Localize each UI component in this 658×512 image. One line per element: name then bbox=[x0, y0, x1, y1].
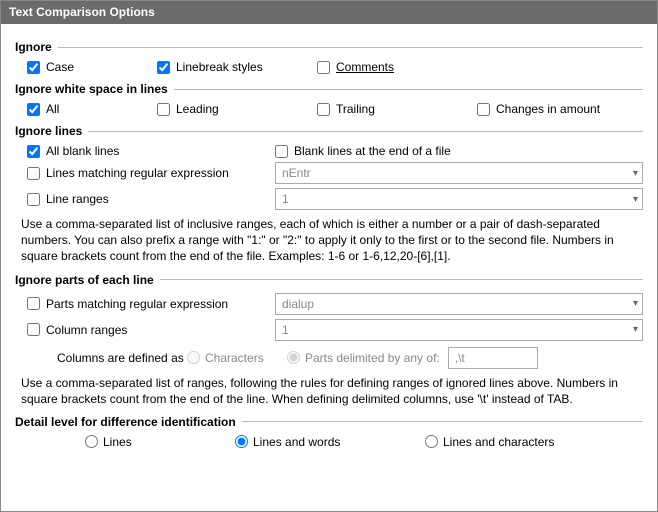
line-ranges-value: 1 bbox=[282, 192, 289, 206]
comments-label: Comments bbox=[336, 60, 394, 74]
linebreak-checkbox[interactable]: Linebreak styles bbox=[157, 60, 317, 74]
case-label: Case bbox=[46, 60, 74, 74]
parts-delim-label: Parts delimited by any of: bbox=[305, 351, 440, 365]
ws-trailing-checkbox[interactable]: Trailing bbox=[317, 102, 477, 116]
line-ranges-checkbox[interactable]: Line ranges bbox=[27, 192, 275, 206]
ignorelines-help: Use a comma-separated list of inclusive … bbox=[21, 216, 637, 265]
section-detail-header: Detail level for difference identificati… bbox=[15, 415, 643, 429]
detail-row: Lines Lines and words Lines and characte… bbox=[85, 435, 643, 449]
ws-leading-box[interactable] bbox=[157, 103, 170, 116]
section-ignorelines-label: Ignore lines bbox=[15, 124, 82, 138]
detail-lines-label: Lines bbox=[103, 435, 132, 449]
columns-defined-row: Columns are defined as Characters Parts … bbox=[27, 347, 643, 369]
case-checkbox[interactable]: Case bbox=[27, 60, 157, 74]
section-ignorelines-header: Ignore lines bbox=[15, 124, 643, 138]
allblank-box[interactable] bbox=[27, 145, 40, 158]
line-ranges-box[interactable] bbox=[27, 193, 40, 206]
column-ranges-combo[interactable]: 1 ▾ bbox=[275, 319, 643, 341]
ws-all-box[interactable] bbox=[27, 103, 40, 116]
linebreak-checkbox-box[interactable] bbox=[157, 61, 170, 74]
characters-radio[interactable]: Characters bbox=[187, 351, 287, 365]
divider bbox=[58, 47, 643, 48]
ws-all-label: All bbox=[46, 102, 59, 116]
blankend-checkbox[interactable]: Blank lines at the end of a file bbox=[275, 144, 451, 158]
window-titlebar: Text Comparison Options bbox=[1, 1, 657, 24]
ws-leading-checkbox[interactable]: Leading bbox=[157, 102, 317, 116]
lines-regex-label: Lines matching regular expression bbox=[46, 166, 229, 180]
characters-label: Characters bbox=[205, 351, 264, 365]
detail-lines-radio[interactable]: Lines bbox=[85, 435, 235, 449]
section-detail-label: Detail level for difference identificati… bbox=[15, 415, 236, 429]
ws-changes-checkbox[interactable]: Changes in amount bbox=[477, 102, 600, 116]
parts-regex-value: dialup bbox=[282, 297, 314, 311]
ws-all-checkbox[interactable]: All bbox=[27, 102, 157, 116]
parts-regex-label: Parts matching regular expression bbox=[46, 297, 228, 311]
ws-leading-label: Leading bbox=[176, 102, 219, 116]
window-title: Text Comparison Options bbox=[9, 5, 155, 19]
parts-regex-checkbox[interactable]: Parts matching regular expression bbox=[27, 297, 275, 311]
detail-words-btn[interactable] bbox=[235, 435, 248, 448]
detail-chars-btn[interactable] bbox=[425, 435, 438, 448]
ws-trailing-label: Trailing bbox=[336, 102, 375, 116]
detail-words-label: Lines and words bbox=[253, 435, 340, 449]
parts-delim-radio[interactable]: Parts delimited by any of: bbox=[287, 351, 440, 365]
column-ranges-value: 1 bbox=[282, 323, 289, 337]
divider bbox=[174, 89, 643, 90]
chevron-down-icon: ▾ bbox=[633, 168, 638, 179]
ignoreparts-ranges-row: Column ranges 1 ▾ bbox=[27, 319, 643, 341]
ignorelines-row1: All blank lines Blank lines at the end o… bbox=[27, 144, 643, 158]
ignoreparts-help: Use a comma-separated list of ranges, fo… bbox=[21, 375, 637, 407]
content-area: Ignore Case Linebreak styles Comments Ig… bbox=[1, 24, 657, 463]
comments-checkbox[interactable]: Comments bbox=[317, 60, 394, 74]
divider bbox=[160, 279, 643, 280]
detail-lines-btn[interactable] bbox=[85, 435, 98, 448]
columns-defined-label: Columns are defined as bbox=[27, 351, 187, 365]
parts-regex-combo[interactable]: dialup ▾ bbox=[275, 293, 643, 315]
blankend-label: Blank lines at the end of a file bbox=[294, 144, 451, 158]
linebreak-label: Linebreak styles bbox=[176, 60, 263, 74]
whitespace-row: All Leading Trailing Changes in amount bbox=[27, 102, 643, 116]
lines-regex-checkbox[interactable]: Lines matching regular expression bbox=[27, 166, 275, 180]
lines-regex-value: nEntr bbox=[282, 166, 311, 180]
column-ranges-label: Column ranges bbox=[46, 323, 127, 337]
ws-changes-label: Changes in amount bbox=[496, 102, 600, 116]
column-ranges-box[interactable] bbox=[27, 323, 40, 336]
characters-radio-btn[interactable] bbox=[187, 351, 200, 364]
detail-words-radio[interactable]: Lines and words bbox=[235, 435, 425, 449]
line-ranges-label: Line ranges bbox=[46, 192, 109, 206]
section-whitespace-header: Ignore white space in lines bbox=[15, 82, 643, 96]
ignorelines-ranges-row: Line ranges 1 ▾ bbox=[27, 188, 643, 210]
column-ranges-checkbox[interactable]: Column ranges bbox=[27, 323, 275, 337]
ignore-row: Case Linebreak styles Comments bbox=[27, 60, 643, 74]
detail-chars-radio[interactable]: Lines and characters bbox=[425, 435, 554, 449]
divider bbox=[88, 131, 643, 132]
divider bbox=[242, 421, 643, 422]
ws-changes-box[interactable] bbox=[477, 103, 490, 116]
ignorelines-regex-row: Lines matching regular expression nEntr … bbox=[27, 162, 643, 184]
blankend-box[interactable] bbox=[275, 145, 288, 158]
delim-value: ,\t bbox=[455, 351, 465, 365]
lines-regex-combo[interactable]: nEntr ▾ bbox=[275, 162, 643, 184]
section-whitespace-label: Ignore white space in lines bbox=[15, 82, 168, 96]
ignoreparts-regex-row: Parts matching regular expression dialup… bbox=[27, 293, 643, 315]
ws-trailing-box[interactable] bbox=[317, 103, 330, 116]
section-ignore-header: Ignore bbox=[15, 40, 643, 54]
section-ignore-label: Ignore bbox=[15, 40, 52, 54]
chevron-down-icon: ▾ bbox=[633, 194, 638, 205]
case-checkbox-box[interactable] bbox=[27, 61, 40, 74]
detail-chars-label: Lines and characters bbox=[443, 435, 554, 449]
parts-delim-radio-btn[interactable] bbox=[287, 351, 300, 364]
line-ranges-combo[interactable]: 1 ▾ bbox=[275, 188, 643, 210]
allblank-checkbox[interactable]: All blank lines bbox=[27, 144, 275, 158]
parts-regex-box[interactable] bbox=[27, 297, 40, 310]
allblank-label: All blank lines bbox=[46, 144, 119, 158]
delim-textbox[interactable]: ,\t bbox=[448, 347, 538, 369]
chevron-down-icon: ▾ bbox=[633, 298, 638, 309]
section-ignoreparts-label: Ignore parts of each line bbox=[15, 273, 154, 287]
lines-regex-box[interactable] bbox=[27, 167, 40, 180]
comments-checkbox-box[interactable] bbox=[317, 61, 330, 74]
chevron-down-icon: ▾ bbox=[633, 324, 638, 335]
section-ignoreparts-header: Ignore parts of each line bbox=[15, 273, 643, 287]
